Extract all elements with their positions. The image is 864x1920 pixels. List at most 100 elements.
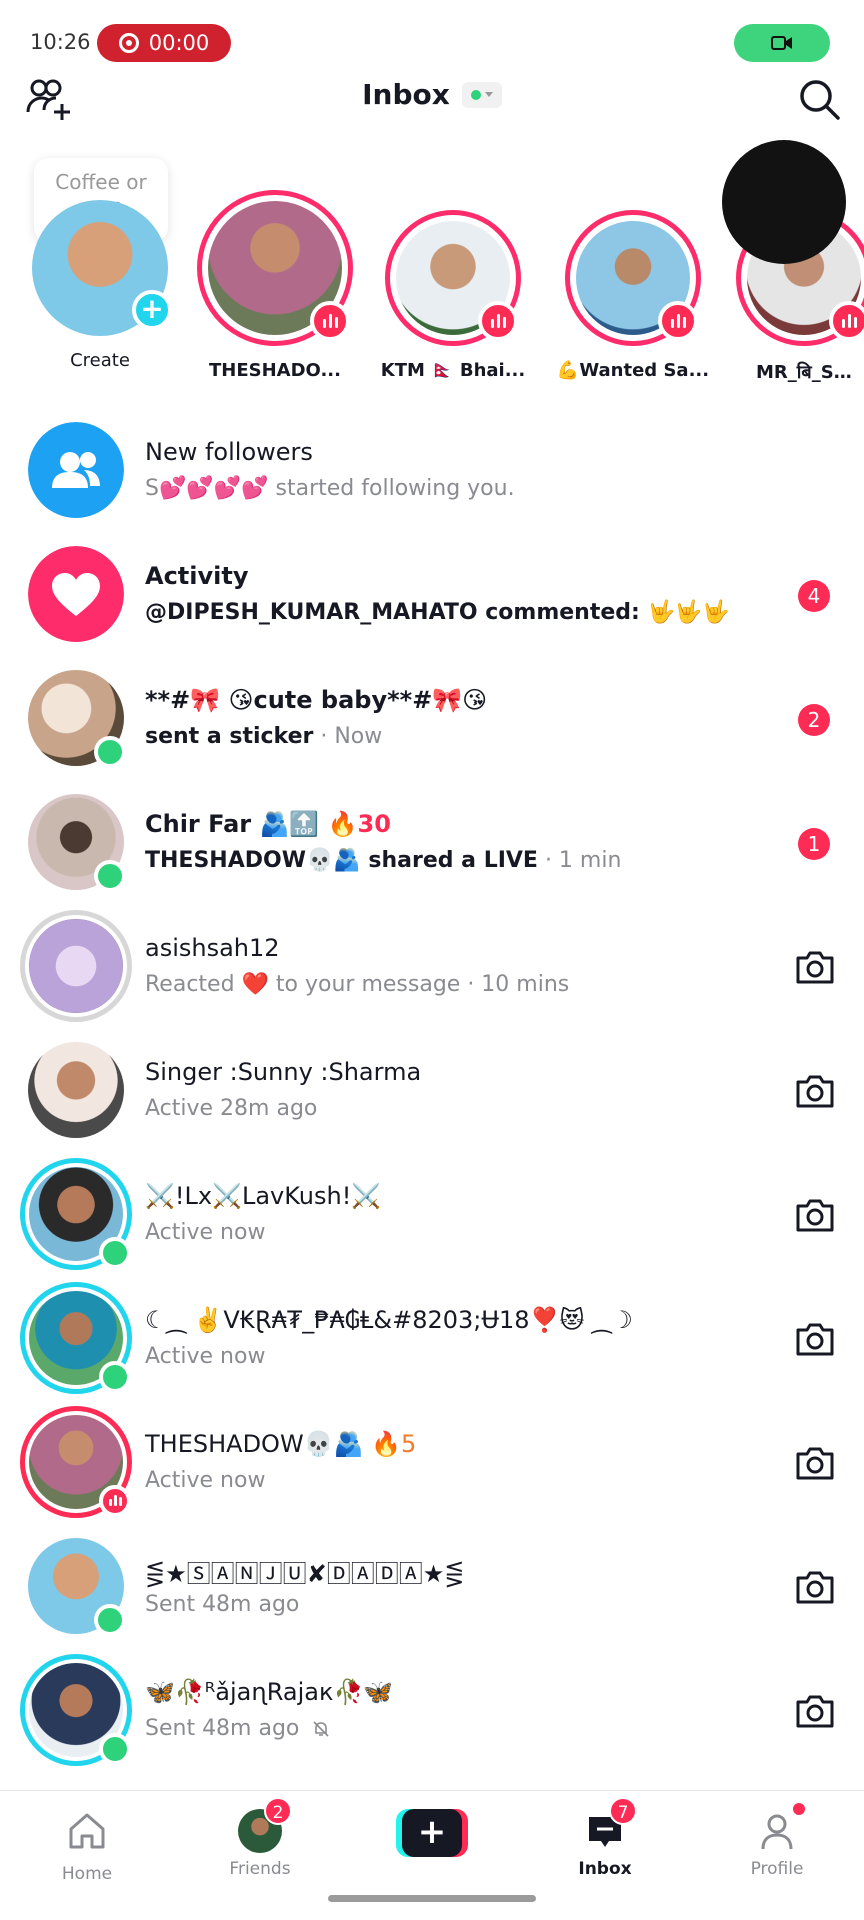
story-item[interactable]: KTM 🇳🇵 Bhai... [373, 190, 533, 381]
row-title: ⚔️!Lx⚔️LavKush!⚔️ [145, 1182, 382, 1210]
tab-inbox[interactable]: 7 Inbox [545, 1797, 665, 1879]
chat-avatar-wrap [28, 794, 126, 892]
row-title: 🦋🥀ᴿǎjaɳRajaк🥀🦋 [145, 1678, 394, 1706]
live-bars-icon [829, 301, 864, 341]
list-item-chat[interactable]: ⋚★🅂🄰🄽🄹🅄✘🄳🄰🄳🄰★⋚ Sent 48m ago [0, 1526, 864, 1650]
row-title: Activity [145, 562, 249, 590]
new-followers-icon-wrap [28, 422, 124, 518]
tab-label: Inbox [578, 1859, 632, 1879]
story-create[interactable]: + Create [20, 190, 180, 371]
row-subtitle: Sent 48m ago [145, 1716, 300, 1741]
tab-label: Home [61, 1864, 113, 1884]
chat-avatar-wrap [28, 1538, 126, 1636]
chat-avatar-wrap [20, 1282, 132, 1394]
title-group[interactable]: Inbox [0, 78, 864, 111]
row-subtitle: Active 28m ago [145, 1096, 318, 1121]
row-subtitle: sent a sticker [145, 724, 314, 749]
story-item[interactable]: 💪Wanted Sa... [553, 190, 713, 381]
add-story-plus-icon[interactable]: + [132, 290, 172, 330]
camera-icon[interactable] [794, 1072, 836, 1110]
row-title: Singer :Sunny :Sharma [145, 1058, 422, 1086]
unread-badge: 2 [798, 704, 830, 736]
profile-icon [761, 1814, 793, 1850]
camera-in-use-pill[interactable] [734, 24, 830, 62]
camera-icon[interactable] [794, 948, 836, 986]
row-title: ⋚★🅂🄰🄽🄹🅄✘🄳🄰🄳🄰★⋚ [145, 1560, 465, 1588]
tab-profile[interactable]: Profile [717, 1803, 837, 1879]
row-subtitle: Active now [145, 1344, 266, 1369]
camera-icon[interactable] [794, 1196, 836, 1234]
story-name: Create [70, 350, 130, 371]
avatar [28, 1042, 124, 1138]
row-title: THESHADOW💀🫂 [145, 1430, 364, 1458]
unread-badge: 1 [798, 828, 830, 860]
camera-icon[interactable] [794, 1692, 836, 1730]
chat-avatar-wrap [20, 1406, 132, 1518]
story-name: KTM 🇳🇵 Bhai... [380, 360, 526, 381]
row-subtitle: Reacted ❤️ to your message · 10 mins [145, 972, 570, 997]
profile-notification-dot [793, 1803, 805, 1815]
story-ring [197, 190, 353, 346]
heart-icon [28, 546, 124, 642]
row-title: asishsah12 [145, 934, 280, 962]
list-item-activity[interactable]: Activity @DIPESH_KUMAR_MAHATO commented:… [0, 534, 864, 658]
row-subtitle: S💕💕💕💕 started following you. [145, 476, 515, 501]
tab-label: Friends [229, 1859, 291, 1879]
unread-badge: 4 [798, 580, 830, 612]
row-title: ☾⁔ ✌️V₭Ɽ₳₮_₱₳₲Ⱡ&#8203;Ʉ18❣️😻 ⁔☽ [145, 1306, 633, 1334]
list-item-chat[interactable]: asishsah12 Reacted ❤️ to your message · … [0, 906, 864, 1030]
row-title: **#🎀 😘cute baby**#🎀😘 [145, 686, 488, 714]
live-bars-icon [478, 301, 518, 341]
list-item-chat[interactable]: 🦋🥀ᴿǎjaɳRajaк🥀🦋 Sent 48m ago [0, 1650, 864, 1774]
story-name: MR_बि_SHA... [756, 362, 864, 383]
camera-icon[interactable] [794, 1444, 836, 1482]
search-icon[interactable] [796, 76, 842, 122]
chat-avatar-wrap [28, 670, 126, 768]
chat-avatar-wrap [28, 1042, 124, 1138]
row-timestamp: · 1 min [537, 848, 622, 873]
row-title: Chir Far 🫂🔝 [145, 810, 320, 838]
create-button[interactable]: + [396, 1809, 468, 1857]
page-title: Inbox [362, 78, 450, 111]
list-item-chat[interactable]: **#🎀 😘cute baby**#🎀😘 sent a sticker · No… [0, 658, 864, 782]
online-indicator [94, 736, 126, 768]
followers-icon [28, 422, 124, 518]
camera-icon[interactable] [794, 1568, 836, 1606]
friends-badge: 2 [264, 1797, 292, 1825]
list-item-new-followers[interactable]: New followers S💕💕💕💕 started following yo… [0, 410, 864, 534]
status-bar: 10:26 00:00 [0, 0, 864, 80]
tab-friends[interactable]: 2 Friends [200, 1797, 320, 1879]
list-item-chat[interactable]: Singer :Sunny :Sharma Active 28m ago [0, 1030, 864, 1154]
online-status-toggle[interactable] [461, 81, 502, 108]
live-bars-icon [99, 1485, 131, 1517]
row-timestamp: · Now [313, 724, 383, 749]
list-item-chat[interactable]: THESHADOW💀🫂 🔥5 Active now [0, 1402, 864, 1526]
activity-icon-wrap [28, 546, 124, 642]
inbox-header: Inbox [0, 70, 864, 150]
stories-row: Coffee or tea? + Create THESHADO... KTM … [0, 140, 864, 383]
screen-recording-pill[interactable]: 00:00 [97, 24, 231, 62]
live-bars-icon [658, 301, 698, 341]
caret-down-icon [484, 92, 493, 97]
row-subtitle: Active now [145, 1220, 266, 1245]
tab-home[interactable]: Home [27, 1809, 147, 1884]
story-name: 💪Wanted Sa... [556, 360, 710, 381]
live-bars-icon [310, 301, 350, 341]
online-indicator [94, 1604, 126, 1636]
profile-icon-wrap [755, 1803, 805, 1853]
camera-icon[interactable] [794, 1320, 836, 1358]
list-item-chat[interactable]: ⚔️!Lx⚔️LavKush!⚔️ Active now [0, 1154, 864, 1278]
avatar [29, 919, 123, 1013]
story-item[interactable]: THESHADO... [195, 190, 355, 381]
row-title: New followers [145, 438, 313, 466]
row-subtitle: Active now [145, 1468, 266, 1493]
list-item-chat[interactable]: Chir Far 🫂🔝 🔥30 THESHADOW💀🫂 shared a LIV… [0, 782, 864, 906]
plus-icon: + [402, 1809, 462, 1857]
tab-label: Profile [750, 1859, 804, 1879]
list-item-chat[interactable]: ☾⁔ ✌️V₭Ɽ₳₮_₱₳₲Ⱡ&#8203;Ʉ18❣️😻 ⁔☽ Active n… [0, 1278, 864, 1402]
streak-count: 🔥5 [371, 1430, 417, 1458]
recording-timer: 00:00 [148, 31, 210, 55]
chat-avatar-wrap [20, 1158, 132, 1270]
record-icon [118, 33, 139, 53]
streak-count: 🔥30 [327, 810, 391, 838]
